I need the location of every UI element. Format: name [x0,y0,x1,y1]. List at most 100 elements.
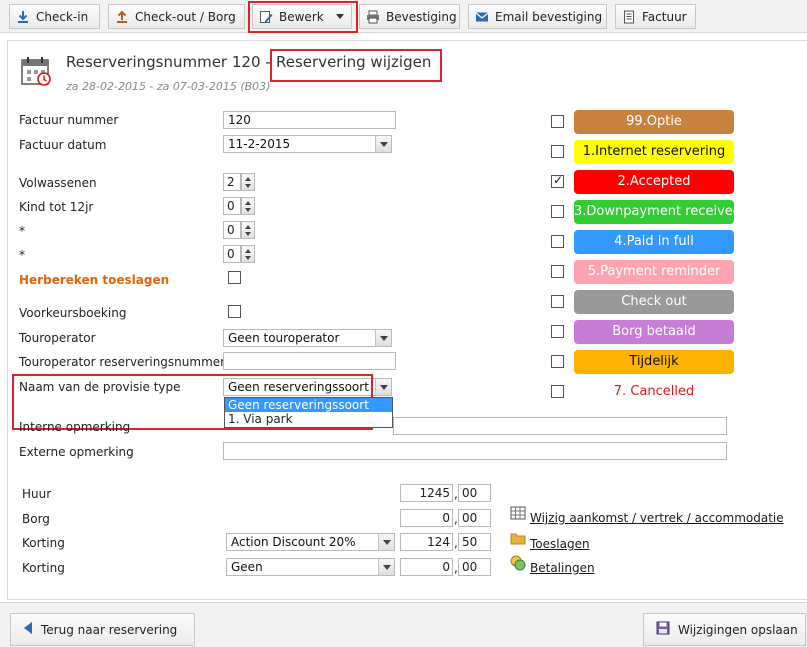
interne-input[interactable] [393,417,727,435]
touroperator-label: Touroperator [19,331,96,345]
checkin-label: Check-in [36,9,89,24]
factuur-datum-picker[interactable]: 11-2-2015 [223,135,392,153]
star2-value[interactable]: 0 [223,245,241,263]
title-prefix: Reserveringsnummer 120 - [66,53,271,71]
stepper-buttons[interactable] [241,197,255,215]
status-checkbox[interactable] [551,325,564,338]
arrow-up-icon[interactable] [245,177,251,181]
status-label: Check out [574,290,734,314]
document-icon [622,10,636,24]
folder-icon [510,530,526,546]
volwassenen-label: Volwassenen [19,176,97,190]
status-checkbox[interactable] [551,295,564,308]
korting1-dec-input[interactable]: 50 [458,533,491,551]
dropdown-option[interactable]: Geen reserveringssoort [225,398,392,412]
checkin-button[interactable]: Check-in [9,4,100,29]
status-checkbox[interactable] [551,235,564,248]
korting1-select-value: Action Discount 20% [231,535,356,549]
voorkeur-checkbox[interactable] [228,305,241,318]
envelope-icon [475,10,489,24]
status-label: 2.Accepted [574,170,734,194]
factuur-button[interactable]: Factuur [615,4,696,29]
borg-dec-input[interactable]: 00 [458,509,491,527]
download-arrow-icon [16,10,30,24]
star2-label: * [19,248,25,262]
back-button[interactable]: Terug naar reservering [10,613,195,646]
save-label: Wijzigingen opslaan [678,622,798,637]
top-toolbar: Check-in Check-out / Borg Bewerk Bevesti… [0,0,807,33]
herbereken-label: Herbereken toeslagen [19,273,170,287]
status-checkbox[interactable] [551,115,564,128]
korting2-label: Korting [22,561,65,575]
tour-resnr-input[interactable] [223,352,396,370]
kind-stepper[interactable]: 0 [223,197,257,215]
toeslagen-link[interactable]: Toeslagen [530,537,590,551]
korting1-int-input[interactable]: 124 [400,533,453,551]
star2-stepper[interactable]: 0 [223,245,257,263]
star1-stepper[interactable]: 0 [223,221,257,239]
arrow-down-icon[interactable] [245,184,251,188]
status-checkbox[interactable] [551,265,564,278]
chevron-down-icon[interactable] [375,330,391,346]
kind-value[interactable]: 0 [223,197,241,215]
highlight-title [270,49,442,82]
bevestiging-button[interactable]: Bevestiging [359,4,460,29]
dropdown-option[interactable]: 1. Via park [225,412,392,426]
korting1-select[interactable]: Action Discount 20% [226,533,395,551]
printer-icon [366,10,380,24]
volwassenen-value[interactable]: 2 [223,173,241,191]
chevron-down-icon[interactable] [378,534,394,550]
externe-label: Externe opmerking [19,445,134,459]
factuur-nummer-input[interactable]: 120 [223,111,396,129]
status-checkbox[interactable] [551,205,564,218]
huur-int-input[interactable]: 1245 [400,484,453,502]
volwassenen-stepper[interactable]: 2 [223,173,257,191]
arrow-up-icon[interactable] [245,225,251,229]
chevron-down-icon[interactable] [378,559,394,575]
coins-icon [510,555,526,571]
calendar-icon [20,55,52,87]
checkout-label: Check-out / Borg [135,9,236,24]
provisie-dropdown-list: Geen reserveringssoort 1. Via park [224,397,393,428]
factuur-nummer-label: Factuur nummer [19,113,119,127]
interne-label: Interne opmerking [19,420,131,434]
stepper-buttons[interactable] [241,245,255,263]
stepper-buttons[interactable] [241,173,255,191]
chevron-down-icon[interactable] [375,136,391,152]
arrow-down-icon[interactable] [245,208,251,212]
checkout-button[interactable]: Check-out / Borg [108,4,245,29]
email-bevestiging-label: Email bevestiging [495,9,603,24]
arrow-up-icon[interactable] [245,201,251,205]
arrow-down-icon[interactable] [245,256,251,260]
arrow-up-icon[interactable] [245,249,251,253]
status-label: 3.Downpayment received [574,200,734,224]
korting1-label: Korting [22,536,65,550]
stepper-buttons[interactable] [241,221,255,239]
wijzig-link[interactable]: Wijzig aankomst / vertrek / accommodatie [530,511,784,525]
status-label: Borg betaald [574,320,734,344]
chevron-down-icon[interactable] [375,379,391,395]
arrow-down-icon[interactable] [245,232,251,236]
save-button[interactable]: Wijzigingen opslaan [643,613,806,646]
email-bevestiging-button[interactable]: Email bevestiging [468,4,607,29]
arrow-left-icon [23,622,33,637]
borg-int-input[interactable]: 0 [400,509,453,527]
star1-value[interactable]: 0 [223,221,241,239]
betalingen-link[interactable]: Betalingen [530,561,595,575]
status-checkbox[interactable] [551,145,564,158]
korting2-int-input[interactable]: 0 [400,558,453,576]
table-grid-icon [510,505,526,521]
status-checkbox[interactable] [551,385,564,398]
factuur-datum-label: Factuur datum [19,138,107,152]
externe-input[interactable] [223,442,727,460]
herbereken-checkbox[interactable] [228,271,241,284]
korting2-dec-input[interactable]: 00 [458,558,491,576]
status-checkbox[interactable] [551,173,564,188]
status-label: 99.Optie [574,110,734,134]
bevestiging-label: Bevestiging [386,9,457,24]
upload-arrow-icon [115,10,129,24]
korting2-select[interactable]: Geen [226,558,395,576]
touroperator-select[interactable]: Geen touroperator [223,329,392,347]
status-checkbox[interactable] [551,355,564,368]
huur-dec-input[interactable]: 00 [458,484,491,502]
